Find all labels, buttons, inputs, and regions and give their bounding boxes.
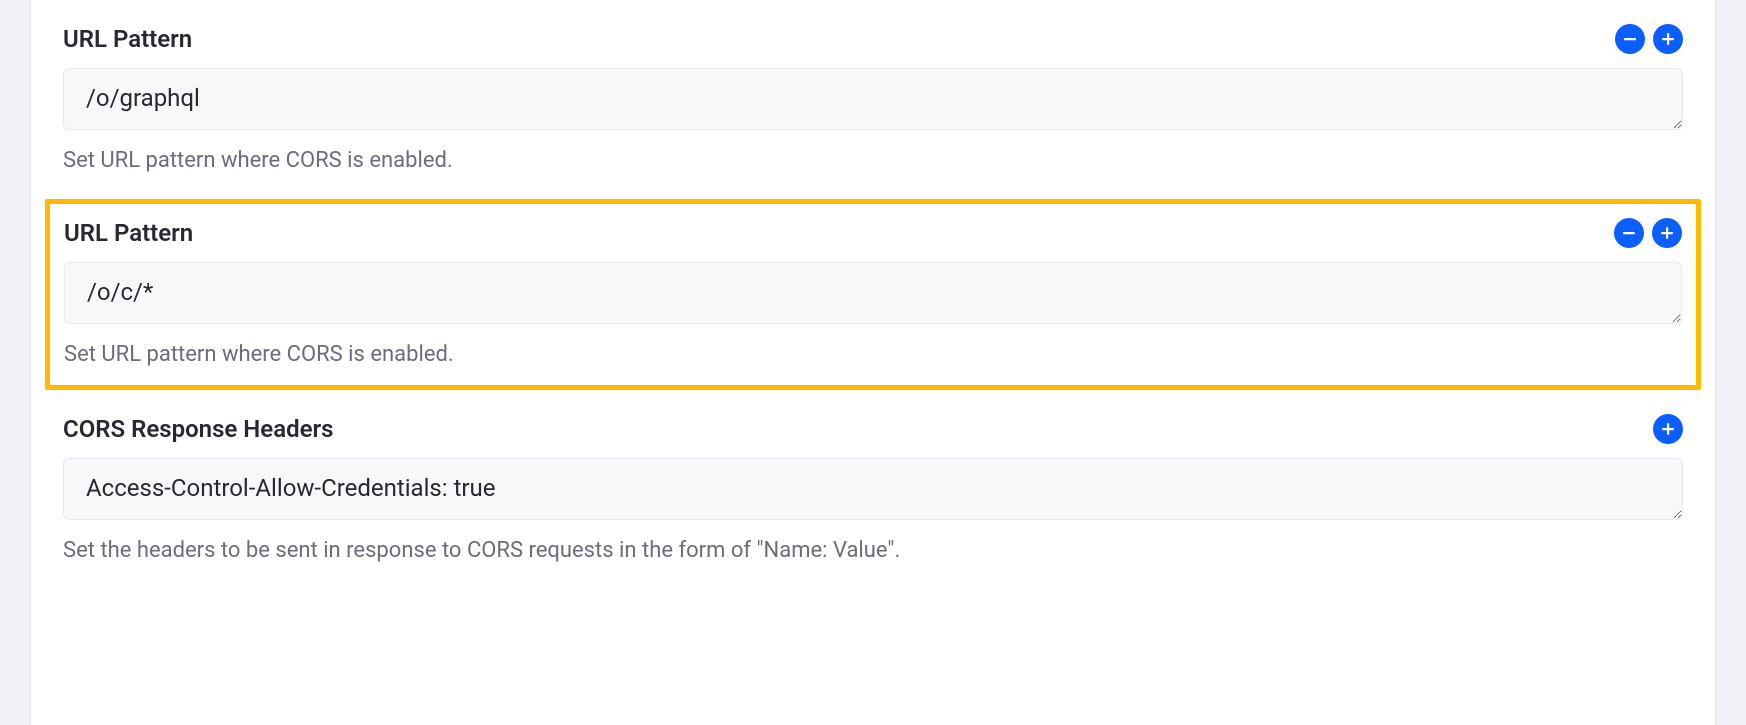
url-pattern-field-0: URL Pattern Set URL pattern where CORS i…: [63, 0, 1683, 185]
url-pattern-field-1: URL Pattern Set URL pattern where CORS i…: [64, 218, 1682, 367]
remove-button[interactable]: [1615, 24, 1645, 54]
field-header: CORS Response Headers: [63, 414, 1683, 444]
field-actions: [1614, 218, 1682, 248]
remove-button[interactable]: [1614, 218, 1644, 248]
cors-response-headers-field: CORS Response Headers Set the headers to…: [63, 404, 1683, 575]
settings-panel: URL Pattern Set URL pattern where CORS i…: [30, 0, 1716, 725]
add-button[interactable]: [1653, 24, 1683, 54]
help-text: Set the headers to be sent in response t…: [63, 538, 1683, 563]
url-pattern-label: URL Pattern: [64, 219, 193, 247]
page-background: URL Pattern Set URL pattern where CORS i…: [0, 0, 1746, 725]
url-pattern-input[interactable]: [64, 262, 1682, 324]
highlighted-field: URL Pattern Set URL pattern where CORS i…: [45, 199, 1701, 390]
help-text: Set URL pattern where CORS is enabled.: [64, 342, 1682, 367]
url-pattern-label: URL Pattern: [63, 25, 192, 53]
help-text: Set URL pattern where CORS is enabled.: [63, 148, 1683, 173]
add-button[interactable]: [1653, 414, 1683, 444]
cors-headers-label: CORS Response Headers: [63, 415, 334, 443]
plus-icon: [1661, 422, 1675, 436]
field-header: URL Pattern: [64, 218, 1682, 248]
plus-icon: [1660, 226, 1674, 240]
field-actions: [1653, 414, 1683, 444]
minus-icon: [1623, 32, 1637, 46]
field-actions: [1615, 24, 1683, 54]
add-button[interactable]: [1652, 218, 1682, 248]
minus-icon: [1622, 226, 1636, 240]
cors-headers-input[interactable]: [63, 458, 1683, 520]
url-pattern-input[interactable]: [63, 68, 1683, 130]
field-header: URL Pattern: [63, 24, 1683, 54]
plus-icon: [1661, 32, 1675, 46]
